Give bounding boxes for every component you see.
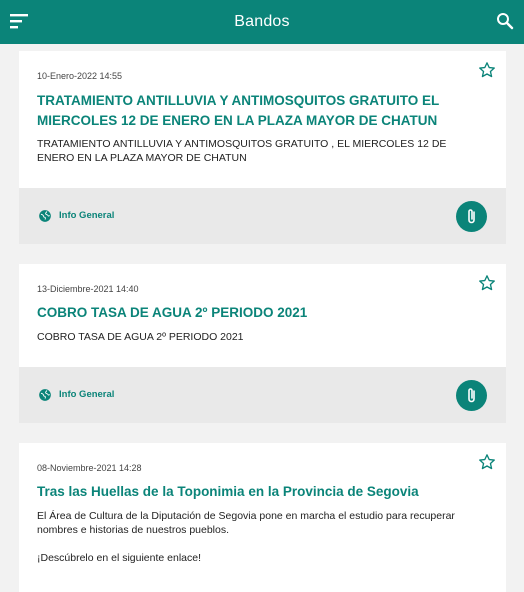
menu-icon[interactable] [10,13,28,29]
bando-footer: Info General [19,367,506,423]
globe-icon [39,210,51,222]
search-icon[interactable] [496,12,514,30]
attachment-button[interactable] [456,380,487,411]
bando-body: COBRO TASA DE AGUA 2º PERIODO 2021 [37,331,244,343]
star-outline-icon[interactable] [478,453,496,471]
bando-body: El Área de Cultura de la Diputación de S… [37,510,455,564]
bando-card[interactable]: 10-Enero-2022 14:55 TRATAMIENTO ANTILLUV… [19,51,506,244]
page-title: Bandos [234,13,290,30]
bando-date: 10-Enero-2022 14:55 [37,71,123,81]
bando-card[interactable]: 13-Diciembre-2021 14:40 COBRO TASA DE AG… [19,264,506,423]
app-bar: Bandos [0,0,524,44]
bando-date: 08-Noviembre-2021 14:28 [37,463,142,473]
bando-footer: Info General [19,188,506,244]
bando-date: 13-Diciembre-2021 14:40 [37,284,139,294]
globe-icon [39,389,51,401]
star-outline-icon[interactable] [478,61,496,79]
category-link[interactable]: Info General [59,210,114,221]
paperclip-icon [467,208,475,223]
attachment-button[interactable] [456,201,487,232]
bando-body: TRATAMIENTO ANTILLUVIA Y ANTIMOSQUITOS G… [37,138,447,164]
bando-title[interactable]: COBRO TASA DE AGUA 2º PERIODO 2021 [37,303,486,323]
category-link[interactable]: Info General [59,389,114,400]
bando-title[interactable]: TRATAMIENTO ANTILLUVIA Y ANTIMOSQUITOS G… [37,91,486,131]
star-outline-icon[interactable] [478,274,496,292]
paperclip-icon [467,387,475,402]
bando-card[interactable]: 08-Noviembre-2021 14:28 Tras las Huellas… [19,443,506,592]
bando-title[interactable]: Tras las Huellas de la Toponimia en la P… [37,482,486,502]
